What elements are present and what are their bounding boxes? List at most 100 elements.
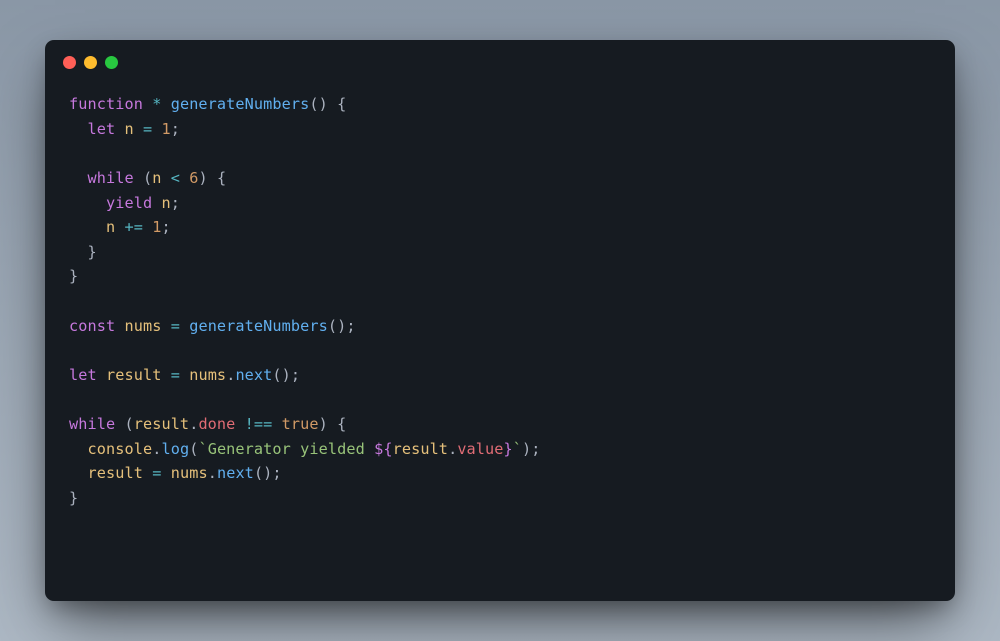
code-token: function [69, 95, 143, 113]
editor-window: function * generateNumbers() { let n = 1… [45, 40, 955, 601]
code-token: next [235, 366, 272, 384]
code-token: ( [134, 169, 153, 187]
code-token: = [143, 120, 152, 138]
code-token: nums [189, 366, 226, 384]
code-token: true [282, 415, 319, 433]
code-token: { [337, 95, 346, 113]
close-icon[interactable] [63, 56, 76, 69]
code-token: ; [171, 120, 180, 138]
code-token [161, 366, 170, 384]
code-token: console [88, 440, 153, 458]
code-line: } [69, 240, 931, 265]
code-line [69, 338, 931, 363]
code-token: generateNumbers [171, 95, 310, 113]
code-token: (); [272, 366, 300, 384]
code-token: generateNumbers [189, 317, 328, 335]
code-token [69, 440, 88, 458]
code-token [97, 366, 106, 384]
code-token [69, 243, 88, 261]
code-line: let n = 1; [69, 117, 931, 142]
code-token: 1 [161, 120, 170, 138]
code-token: n [106, 218, 115, 236]
code-token [161, 169, 170, 187]
code-token: value [457, 440, 503, 458]
code-token: (); [254, 464, 282, 482]
code-line [69, 141, 931, 166]
code-line: } [69, 486, 931, 511]
code-line: result = nums.next(); [69, 461, 931, 486]
code-token: while [88, 169, 134, 187]
code-token: } [88, 243, 97, 261]
code-token [69, 120, 88, 138]
code-token: ( [115, 415, 134, 433]
code-token [180, 169, 189, 187]
code-token [143, 218, 152, 236]
code-token: (); [328, 317, 356, 335]
code-line: } [69, 264, 931, 289]
code-token [180, 366, 189, 384]
code-token: } [504, 440, 513, 458]
code-token: nums [171, 464, 208, 482]
code-token: ${ [374, 440, 393, 458]
code-line: n += 1; [69, 215, 931, 240]
code-line: while (n < 6) { [69, 166, 931, 191]
code-token: nums [124, 317, 161, 335]
code-line [69, 289, 931, 314]
window-titlebar [45, 40, 955, 84]
code-token: while [69, 415, 115, 433]
code-line [69, 388, 931, 413]
code-token [180, 317, 189, 335]
code-token [161, 317, 170, 335]
code-token: n [161, 194, 170, 212]
code-token: } [69, 267, 78, 285]
code-token: { [337, 415, 346, 433]
code-line: while (result.done !== true) { [69, 412, 931, 437]
code-token: . [208, 464, 217, 482]
code-token: result [88, 464, 143, 482]
code-token: . [448, 440, 457, 458]
minimize-icon[interactable] [84, 56, 97, 69]
code-token: n [124, 120, 133, 138]
code-token: next [217, 464, 254, 482]
code-token [69, 169, 88, 187]
code-token [69, 218, 106, 236]
code-token: !== [245, 415, 273, 433]
code-token: () [309, 95, 328, 113]
code-token: ); [522, 440, 541, 458]
code-token: { [217, 169, 226, 187]
code-line: function * generateNumbers() { [69, 92, 931, 117]
code-token: let [88, 120, 116, 138]
code-line: console.log(`Generator yielded ${result.… [69, 437, 931, 462]
code-token: yield [106, 194, 152, 212]
code-token: ; [171, 194, 180, 212]
code-token: } [69, 489, 78, 507]
code-line: yield n; [69, 191, 931, 216]
code-token [161, 95, 170, 113]
code-token [69, 194, 106, 212]
code-token [143, 464, 152, 482]
code-line: const nums = generateNumbers(); [69, 314, 931, 339]
code-token: ; [161, 218, 170, 236]
code-token: `Generator yielded [198, 440, 374, 458]
code-token: result [393, 440, 448, 458]
code-token: log [161, 440, 189, 458]
code-token: ` [513, 440, 522, 458]
code-token [143, 95, 152, 113]
code-token: const [69, 317, 115, 335]
code-line: let result = nums.next(); [69, 363, 931, 388]
code-token [69, 464, 88, 482]
code-token: = [171, 317, 180, 335]
code-token: result [106, 366, 161, 384]
code-token: += [124, 218, 143, 236]
code-token: = [171, 366, 180, 384]
code-token [161, 464, 170, 482]
code-token [328, 95, 337, 113]
code-area[interactable]: function * generateNumbers() { let n = 1… [45, 84, 955, 601]
code-token: done [198, 415, 235, 433]
code-token: < [171, 169, 180, 187]
code-token [134, 120, 143, 138]
code-token: result [134, 415, 189, 433]
code-token [235, 415, 244, 433]
zoom-icon[interactable] [105, 56, 118, 69]
code-token [272, 415, 281, 433]
